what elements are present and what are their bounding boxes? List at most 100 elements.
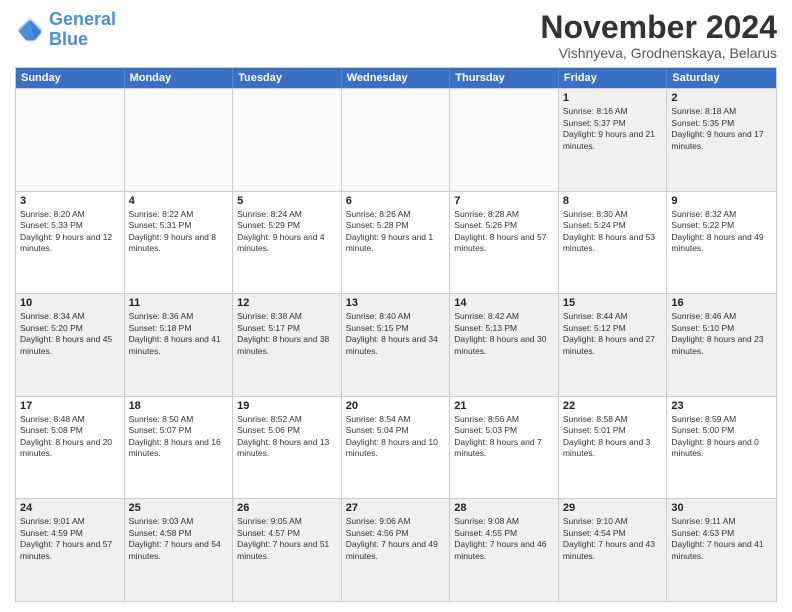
calendar-page: General Blue November 2024 Vishnyeva, Gr… — [0, 0, 792, 612]
day-info: Sunrise: 8:52 AM Sunset: 5:06 PM Dayligh… — [237, 414, 337, 460]
calendar-cell: 18Sunrise: 8:50 AM Sunset: 5:07 PM Dayli… — [125, 397, 234, 499]
logo-text: General Blue — [49, 10, 116, 50]
day-info: Sunrise: 9:05 AM Sunset: 4:57 PM Dayligh… — [237, 516, 337, 562]
day-info: Sunrise: 8:26 AM Sunset: 5:28 PM Dayligh… — [346, 209, 446, 255]
day-number: 23 — [671, 400, 772, 412]
calendar-cell: 8 Sunrise: 8:30 AM Sunset: 5:24 PM Daylig… — [559, 192, 668, 294]
day-number: 12 — [237, 297, 337, 309]
day-info: Sunrise: 8:38 AM Sunset: 5:17 PM Dayligh… — [237, 311, 337, 357]
weekday-header: Sunday — [16, 68, 125, 88]
day-info: Sunrise: 8:44 AM Sunset: 5:12 PM Dayligh… — [563, 311, 663, 357]
logo: General Blue — [15, 10, 116, 50]
day-info: Sunrise: 8:16 AM Sunset: 5:37 PM Dayligh… — [563, 106, 663, 152]
weekday-header: Friday — [559, 68, 668, 88]
day-number: 2 — [671, 92, 772, 104]
calendar-cell — [450, 89, 559, 191]
weekday-header: Tuesday — [233, 68, 342, 88]
calendar-cell: 5 Sunrise: 8:24 AM Sunset: 5:29 PM Daylig… — [233, 192, 342, 294]
weekday-header: Thursday — [450, 68, 559, 88]
day-info: Sunrise: 9:01 AM Sunset: 4:59 PM Dayligh… — [20, 516, 120, 562]
day-info: Sunrise: 8:20 AM Sunset: 5:33 PM Dayligh… — [20, 209, 120, 255]
calendar-cell: 15 Sunrise: 8:44 AM Sunset: 5:12 PM Dayli… — [559, 294, 668, 396]
calendar-cell: 2 Sunrise: 8:18 AM Sunset: 5:35 PM Daylig… — [667, 89, 776, 191]
day-number: 9 — [671, 195, 772, 207]
day-info: Sunrise: 8:36 AM Sunset: 5:18 PM Dayligh… — [129, 311, 229, 357]
day-info: Sunrise: 8:32 AM Sunset: 5:22 PM Dayligh… — [671, 209, 772, 255]
day-number: 16 — [671, 297, 772, 309]
day-info: Sunrise: 9:03 AM Sunset: 4:58 PM Dayligh… — [129, 516, 229, 562]
day-info: Sunrise: 8:42 AM Sunset: 5:13 PM Dayligh… — [454, 311, 554, 357]
day-number: 22 — [563, 400, 663, 412]
day-info: Sunrise: 8:18 AM Sunset: 5:35 PM Dayligh… — [671, 106, 772, 152]
calendar-cell: 1 Sunrise: 8:16 AM Sunset: 5:37 PM Daylig… — [559, 89, 668, 191]
location-subtitle: Vishnyeva, Grodnenskaya, Belarus — [540, 45, 777, 61]
day-number: 19 — [237, 400, 337, 412]
day-number: 20 — [346, 400, 446, 412]
calendar-cell — [233, 89, 342, 191]
calendar-cell: 26 Sunrise: 9:05 AM Sunset: 4:57 PM Dayli… — [233, 499, 342, 601]
weekday-header: Wednesday — [342, 68, 451, 88]
day-info: Sunrise: 8:28 AM Sunset: 5:26 PM Dayligh… — [454, 209, 554, 255]
day-info: Sunrise: 8:59 AM Sunset: 5:00 PM Dayligh… — [671, 414, 772, 460]
day-number: 28 — [454, 502, 554, 514]
day-number: 5 — [237, 195, 337, 207]
day-number: 6 — [346, 195, 446, 207]
calendar-row: 3 Sunrise: 8:20 AM Sunset: 5:33 PM Daylig… — [16, 191, 776, 294]
calendar: SundayMondayTuesdayWednesdayThursdayFrid… — [15, 67, 777, 602]
calendar-cell: 10 Sunrise: 8:34 AM Sunset: 5:20 PM Dayli… — [16, 294, 125, 396]
day-number: 17 — [20, 400, 120, 412]
day-number: 30 — [671, 502, 772, 514]
day-info: Sunrise: 8:24 AM Sunset: 5:29 PM Dayligh… — [237, 209, 337, 255]
day-number: 8 — [563, 195, 663, 207]
day-number: 4 — [129, 195, 229, 207]
day-number: 15 — [563, 297, 663, 309]
weekday-header: Saturday — [667, 68, 776, 88]
calendar-cell: 6 Sunrise: 8:26 AM Sunset: 5:28 PM Daylig… — [342, 192, 451, 294]
day-number: 14 — [454, 297, 554, 309]
day-number: 21 — [454, 400, 554, 412]
calendar-cell: 9 Sunrise: 8:32 AM Sunset: 5:22 PM Daylig… — [667, 192, 776, 294]
day-number: 13 — [346, 297, 446, 309]
calendar-cell: 4 Sunrise: 8:22 AM Sunset: 5:31 PM Daylig… — [125, 192, 234, 294]
calendar-cell: 14 Sunrise: 8:42 AM Sunset: 5:13 PM Dayli… — [450, 294, 559, 396]
calendar-cell: 3 Sunrise: 8:20 AM Sunset: 5:33 PM Daylig… — [16, 192, 125, 294]
calendar-header: SundayMondayTuesdayWednesdayThursdayFrid… — [16, 68, 776, 88]
logo-icon — [15, 15, 45, 45]
day-info: Sunrise: 9:11 AM Sunset: 4:53 PM Dayligh… — [671, 516, 772, 562]
calendar-cell: 20Sunrise: 8:54 AM Sunset: 5:04 PM Dayli… — [342, 397, 451, 499]
logo-blue: Blue — [49, 29, 88, 49]
day-number: 3 — [20, 195, 120, 207]
calendar-cell: 22 Sunrise: 8:58 AM Sunset: 5:01 PM Dayli… — [559, 397, 668, 499]
calendar-cell: 30 Sunrise: 9:11 AM Sunset: 4:53 PM Dayli… — [667, 499, 776, 601]
day-info: Sunrise: 8:22 AM Sunset: 5:31 PM Dayligh… — [129, 209, 229, 255]
day-number: 26 — [237, 502, 337, 514]
calendar-cell: 28Sunrise: 9:08 AM Sunset: 4:55 PM Dayli… — [450, 499, 559, 601]
calendar-row: 1 Sunrise: 8:16 AM Sunset: 5:37 PM Daylig… — [16, 88, 776, 191]
calendar-cell: 17Sunrise: 8:48 AM Sunset: 5:08 PM Dayli… — [16, 397, 125, 499]
calendar-cell: 24 Sunrise: 9:01 AM Sunset: 4:59 PM Dayli… — [16, 499, 125, 601]
day-number: 24 — [20, 502, 120, 514]
day-number: 1 — [563, 92, 663, 104]
day-info: Sunrise: 8:34 AM Sunset: 5:20 PM Dayligh… — [20, 311, 120, 357]
calendar-cell: 12 Sunrise: 8:38 AM Sunset: 5:17 PM Dayli… — [233, 294, 342, 396]
calendar-cell: 21 Sunrise: 8:56 AM Sunset: 5:03 PM Dayli… — [450, 397, 559, 499]
day-info: Sunrise: 8:56 AM Sunset: 5:03 PM Dayligh… — [454, 414, 554, 460]
day-info: Sunrise: 9:06 AM Sunset: 4:56 PM Dayligh… — [346, 516, 446, 562]
calendar-cell — [16, 89, 125, 191]
day-info: Sunrise: 8:30 AM Sunset: 5:24 PM Dayligh… — [563, 209, 663, 255]
day-info: Sunrise: 8:46 AM Sunset: 5:10 PM Dayligh… — [671, 311, 772, 357]
day-number: 11 — [129, 297, 229, 309]
day-number: 27 — [346, 502, 446, 514]
day-number: 10 — [20, 297, 120, 309]
logo-general: General — [49, 9, 116, 29]
calendar-cell — [342, 89, 451, 191]
calendar-cell: 7Sunrise: 8:28 AM Sunset: 5:26 PM Daylig… — [450, 192, 559, 294]
calendar-cell: 11 Sunrise: 8:36 AM Sunset: 5:18 PM Dayli… — [125, 294, 234, 396]
day-info: Sunrise: 9:10 AM Sunset: 4:54 PM Dayligh… — [563, 516, 663, 562]
day-info: Sunrise: 8:40 AM Sunset: 5:15 PM Dayligh… — [346, 311, 446, 357]
calendar-cell: 23 Sunrise: 8:59 AM Sunset: 5:00 PM Dayli… — [667, 397, 776, 499]
calendar-cell: 19 Sunrise: 8:52 AM Sunset: 5:06 PM Dayli… — [233, 397, 342, 499]
title-block: November 2024 Vishnyeva, Grodnenskaya, B… — [540, 10, 777, 61]
day-info: Sunrise: 8:58 AM Sunset: 5:01 PM Dayligh… — [563, 414, 663, 460]
calendar-cell — [125, 89, 234, 191]
